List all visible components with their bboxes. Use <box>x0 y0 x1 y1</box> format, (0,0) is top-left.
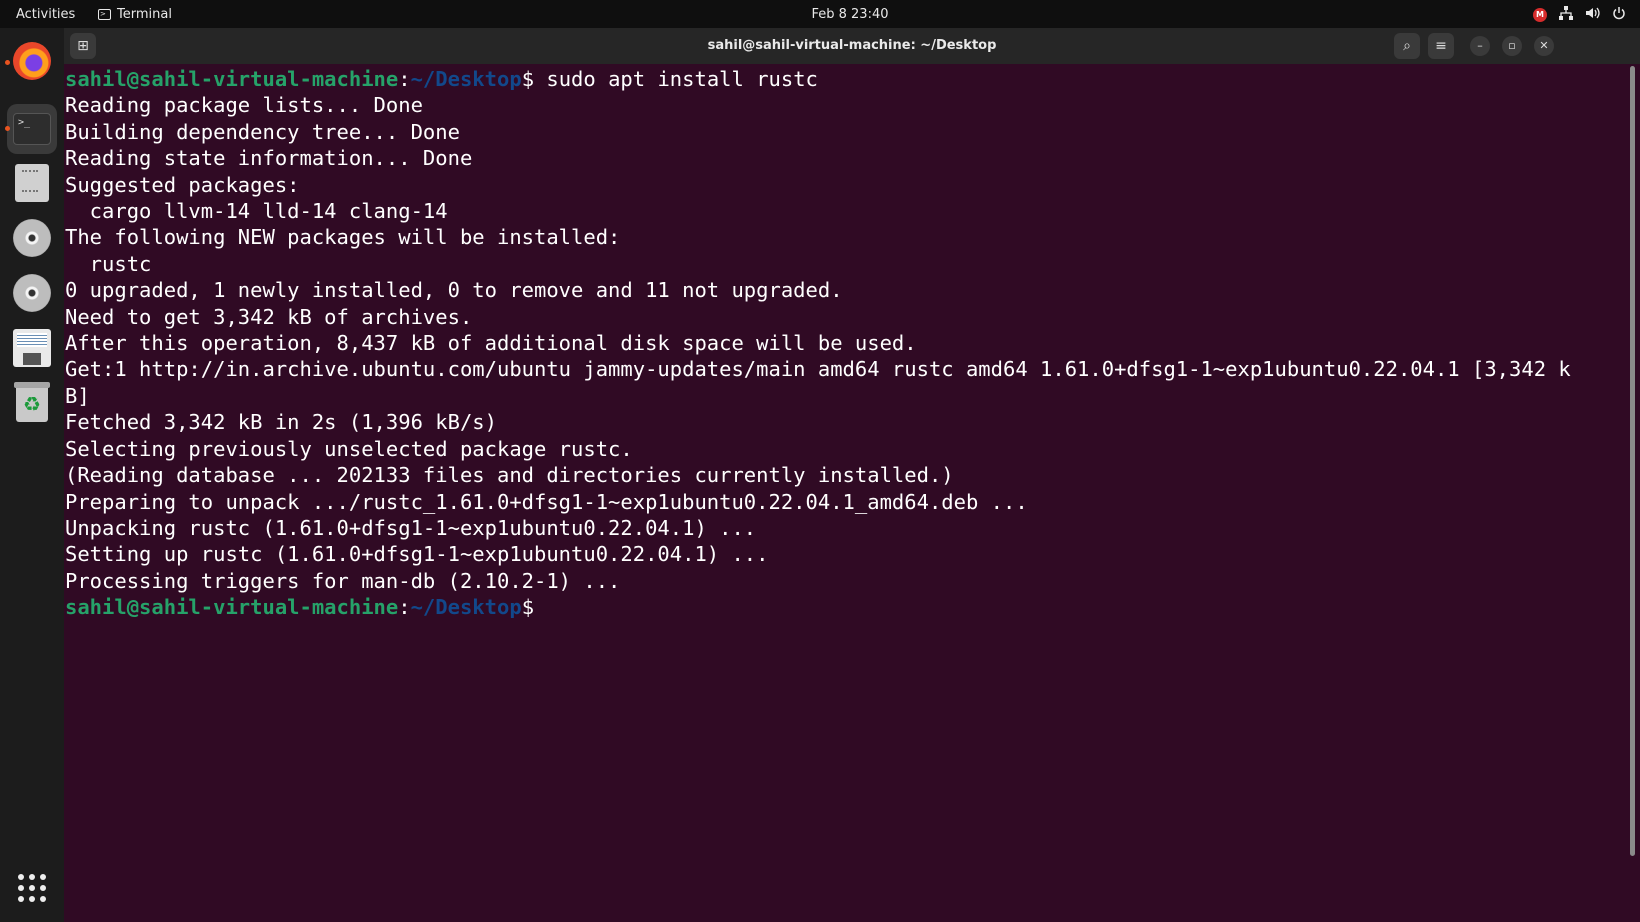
running-indicator <box>5 60 10 65</box>
power-icon[interactable] <box>1612 6 1626 24</box>
dock: >_ ♻ <box>0 28 64 922</box>
dock-files[interactable] <box>7 158 57 208</box>
prompt-separator: : <box>398 67 411 91</box>
output-line: After this operation, 8,437 kB of additi… <box>65 331 917 356</box>
terminal-scrollbar[interactable] <box>1630 66 1635 856</box>
minimize-button[interactable]: – <box>1470 36 1490 56</box>
close-button[interactable]: ✕ <box>1534 36 1554 56</box>
terminal-titlebar[interactable]: ⊞ sahil@sahil-virtual-machine: ~/Desktop… <box>64 28 1640 64</box>
firefox-icon <box>13 42 51 80</box>
output-line: cargo llvm-14 lld-14 clang-14 <box>65 199 448 224</box>
prompt-path: ~/Desktop <box>410 595 522 620</box>
output-line: Preparing to unpack .../rustc_1.61.0+dfs… <box>65 489 1028 514</box>
prompt-user: sahil@sahil-virtual-machine <box>65 67 399 91</box>
floppy-icon <box>13 329 51 367</box>
output-lines: Reading package lists... Done Building de… <box>65 92 1630 594</box>
output-line: Setting up rustc (1.61.0+dfsg1-1~exp1ubu… <box>65 542 769 567</box>
dock-save-drive[interactable] <box>7 323 57 373</box>
show-apps-icon[interactable] <box>18 874 46 902</box>
top-bar: Activities > Terminal Feb 8 23:40 M <box>0 0 1640 28</box>
output-line: 0 upgraded, 1 newly installed, 0 to remo… <box>65 278 843 303</box>
output-line: Building dependency tree... Done <box>65 119 460 144</box>
search-button[interactable]: ⌕ <box>1394 33 1420 59</box>
output-line: Unpacking rustc (1.61.0+dfsg1-1~exp1ubun… <box>65 515 757 540</box>
output-line: Get:1 http://in.archive.ubuntu.com/ubunt… <box>65 357 1571 382</box>
disc-icon <box>13 274 51 312</box>
prompt-symbol: $ <box>521 67 535 91</box>
running-indicator <box>5 126 10 131</box>
output-line: Need to get 3,342 kB of archives. <box>65 304 473 329</box>
output-line: Fetched 3,342 kB in 2s (1,396 kB/s) <box>65 410 497 435</box>
trash-icon: ♻ <box>14 382 50 422</box>
terminal-output[interactable]: sahil@sahil-virtual-machine:~/Desktop$ s… <box>64 64 1630 922</box>
output-line: B] <box>65 383 90 408</box>
output-line: Reading state information... Done <box>65 146 473 171</box>
command-line: sahil@sahil-virtual-machine:~/Desktop$ s… <box>65 66 1630 92</box>
prompt-path: ~/Desktop <box>410 67 522 91</box>
screen-record-icon[interactable]: M <box>1533 8 1547 22</box>
dock-disc-2[interactable] <box>7 268 57 318</box>
volume-icon[interactable] <box>1585 6 1600 24</box>
output-line: Suggested packages: <box>65 172 300 197</box>
command-text: sudo apt install rustc <box>534 67 818 91</box>
output-line: rustc <box>65 251 152 276</box>
dock-trash[interactable]: ♻ <box>7 378 57 428</box>
prompt-user: sahil@sahil-virtual-machine <box>65 595 399 620</box>
dock-firefox[interactable] <box>5 36 57 86</box>
output-line: Reading package lists... Done <box>65 93 423 118</box>
maximize-button[interactable]: ▫ <box>1502 36 1522 56</box>
dock-terminal[interactable]: >_ <box>5 104 57 154</box>
clock-container: Feb 8 23:40 <box>0 7 1640 22</box>
prompt-separator: : <box>398 595 411 620</box>
output-line: Selecting previously unselected package … <box>65 436 633 461</box>
terminal-icon: >_ <box>13 113 51 145</box>
files-icon <box>15 164 49 202</box>
network-icon[interactable] <box>1559 6 1573 24</box>
output-line: Processing triggers for man-db (2.10.2-1… <box>65 568 621 593</box>
current-prompt[interactable]: sahil@sahil-virtual-machine:~/Desktop$ <box>65 594 1630 620</box>
prompt-symbol: $ <box>521 595 535 620</box>
clock[interactable]: Feb 8 23:40 <box>811 7 888 22</box>
output-line: (Reading database ... 202133 files and d… <box>65 463 954 488</box>
hamburger-menu-button[interactable]: ≡ <box>1428 33 1454 59</box>
system-tray[interactable]: M <box>1533 6 1626 24</box>
output-line: The following NEW packages will be insta… <box>65 225 621 250</box>
dock-disc-1[interactable] <box>7 213 57 263</box>
disc-icon <box>13 219 51 257</box>
